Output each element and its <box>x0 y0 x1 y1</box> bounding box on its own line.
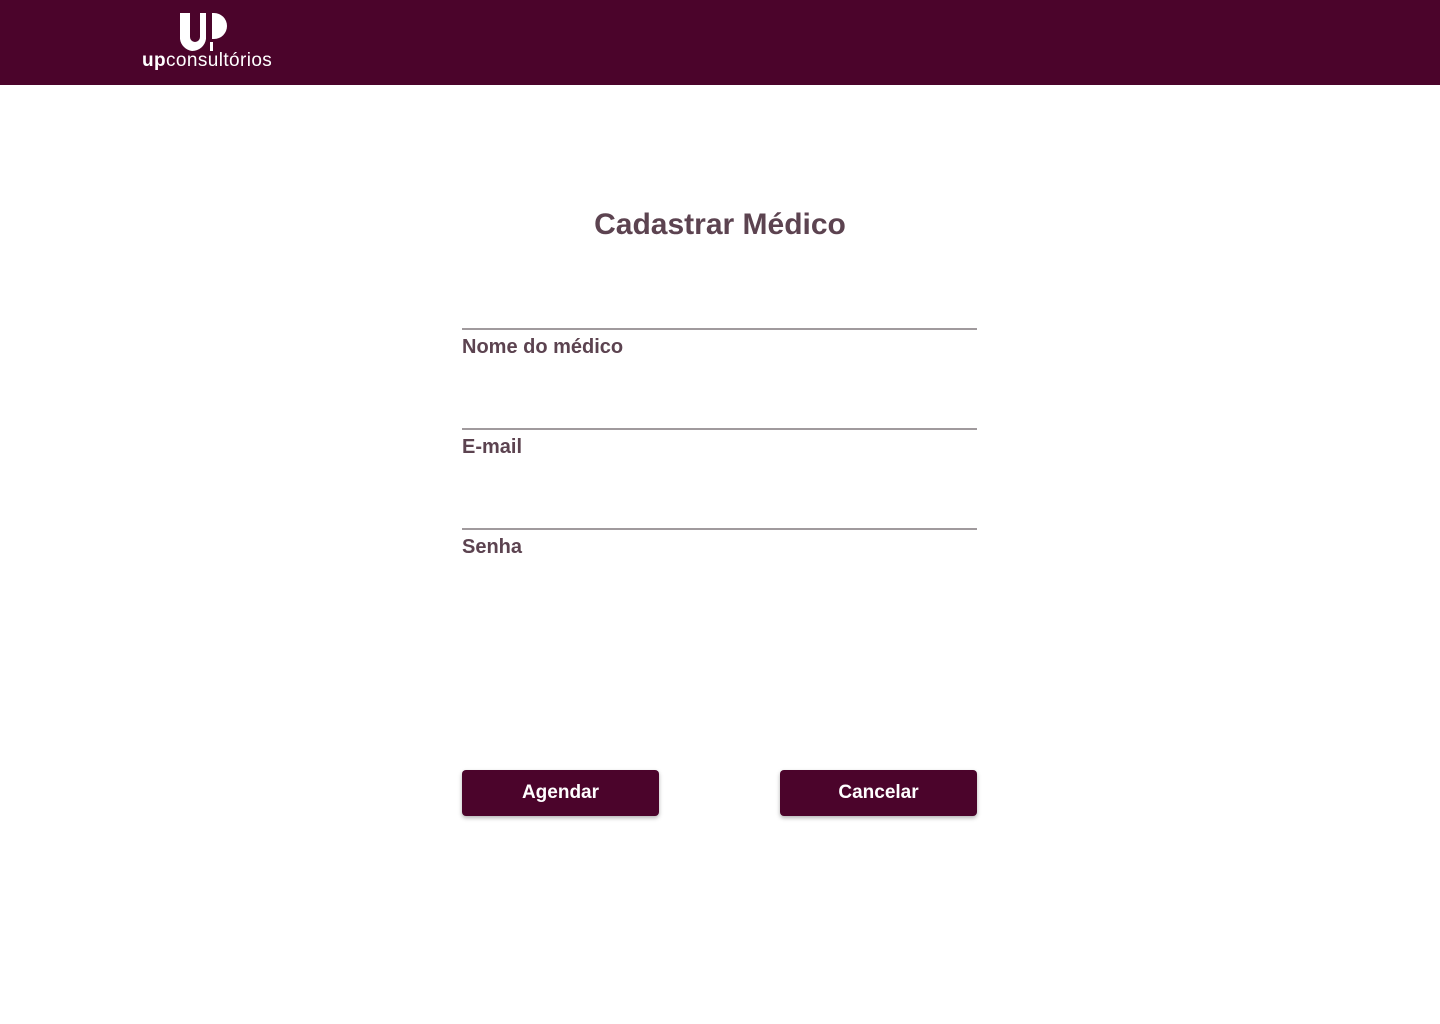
logo-text-bold: up <box>142 50 167 71</box>
logo-wordmark: upconsultórios <box>142 49 272 73</box>
logo-mark-icon <box>180 13 227 52</box>
page-title: Cadastrar Médico <box>594 208 846 241</box>
doctor-name-input[interactable] <box>462 300 977 330</box>
doctor-name-field: Nome do médico <box>462 300 977 359</box>
logo-text-light: consultórios <box>166 50 273 71</box>
brand-logo[interactable]: upconsultórios <box>140 10 272 76</box>
schedule-button[interactable]: Agendar <box>462 770 659 816</box>
cancel-button[interactable]: Cancelar <box>780 770 977 816</box>
top-bar: upconsultórios <box>0 0 1440 85</box>
email-label: E-mail <box>462 436 523 458</box>
email-field: E-mail <box>462 400 977 459</box>
email-input[interactable] <box>462 400 977 430</box>
password-input[interactable] <box>462 500 977 530</box>
doctor-name-label: Nome do médico <box>462 336 624 358</box>
password-field: Senha <box>462 500 977 559</box>
password-label: Senha <box>462 536 523 558</box>
